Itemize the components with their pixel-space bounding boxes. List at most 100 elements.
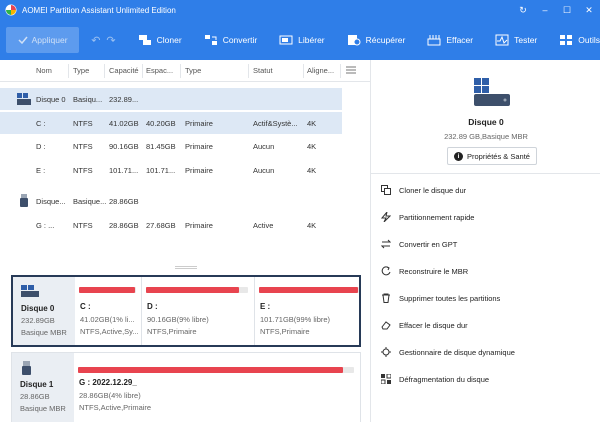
toolbar-recover-label: Récupérer — [365, 35, 406, 45]
row-name: Disque 0 — [36, 95, 66, 104]
row-ptype: Primaire — [185, 142, 213, 151]
partition-name: D : — [147, 302, 158, 311]
row-name: Disque... — [36, 197, 66, 206]
undo-icon[interactable]: ↶ — [91, 34, 100, 47]
eraser-icon — [381, 321, 391, 330]
close-button[interactable]: ✕ — [578, 5, 600, 16]
rebuild-icon — [381, 266, 391, 276]
info-icon: i — [454, 151, 464, 161]
lightning-icon — [381, 212, 391, 222]
toolbar-free[interactable]: Libérer — [279, 34, 325, 46]
disk-large-icon — [474, 78, 510, 106]
disk-name: Disque 1 — [20, 380, 54, 389]
partition-g[interactable]: G : 2022.12.29_ 28.86GB(4% libre) NTFS,A… — [74, 353, 360, 422]
free-icon — [279, 35, 293, 45]
col-ptype[interactable]: Type — [185, 66, 201, 75]
col-name[interactable]: Nom — [36, 66, 52, 75]
usb-drive-icon — [22, 361, 31, 375]
disk-info-panel: Disque 0 232.89GB Basique MBR — [13, 277, 75, 345]
row-capacity: 90.16GB — [109, 142, 139, 151]
row-capacity: 28.86GB — [109, 197, 139, 206]
defrag-icon — [381, 374, 391, 384]
usage-fill — [259, 287, 358, 293]
toolbar-tools[interactable]: Outils — [559, 34, 600, 46]
test-icon — [495, 34, 509, 46]
partition-name: G : 2022.12.29_ — [79, 378, 137, 387]
partition-d[interactable]: D : 90.16GB(9% libre) NTFS,Primaire — [142, 277, 254, 345]
maximize-button[interactable]: ☐ — [556, 5, 578, 16]
diskmap-disk1[interactable]: Disque 1 28.86GB Basique MBR G : 2022.12… — [11, 352, 361, 422]
row-name: E : — [36, 166, 46, 175]
convert-icon — [204, 35, 217, 45]
window-title: AOMEI Partition Assistant Unlimited Edit… — [22, 5, 176, 15]
col-capacity[interactable]: Capacité — [109, 66, 139, 75]
op-delete-all[interactable]: Supprimer toutes les partitions — [381, 293, 500, 303]
apply-label: Appliquer — [31, 35, 68, 45]
op-label: Supprimer toutes les partitions — [399, 293, 501, 303]
op-convert-gpt[interactable]: Convertir en GPT — [381, 239, 457, 249]
toolbar-test[interactable]: Tester — [495, 34, 537, 46]
clone-disk-icon — [381, 185, 391, 195]
apply-button[interactable]: Appliquer — [6, 27, 80, 53]
toolbar-free-label: Libérer — [298, 35, 325, 45]
row-status: Aucun — [253, 166, 275, 175]
row-ptype: Primaire — [185, 119, 213, 128]
wipe-icon — [427, 35, 441, 46]
op-dynamic-disk[interactable]: Gestionnaire de disque dynamique — [381, 347, 515, 357]
col-free[interactable]: Espac... — [146, 66, 173, 75]
toolbar-tools-label: Outils — [578, 35, 600, 45]
table-row-disk1[interactable]: Disque... Basique... 28.86GB — [0, 190, 342, 212]
refresh-icon[interactable]: ↻ — [512, 5, 534, 16]
tools-icon — [560, 35, 573, 45]
toolbar-wipe[interactable]: Effacer — [427, 34, 473, 46]
check-icon — [18, 36, 28, 44]
row-type: NTFS — [73, 119, 93, 128]
row-ptype: Primaire — [185, 166, 213, 175]
minimize-button[interactable]: – — [534, 5, 556, 15]
op-defrag[interactable]: Défragmentation du disque — [381, 374, 489, 384]
op-clone-disk[interactable]: Cloner le disque dur — [381, 185, 466, 195]
partition-c[interactable]: C : 41.02GB(1% li... NTFS,Active,Sy... — [75, 277, 141, 345]
toolbar-clone-label: Cloner — [156, 35, 182, 45]
col-type[interactable]: Type — [73, 66, 89, 75]
table-row-e[interactable]: E : NTFS 101.71... 101.71... Primaire Au… — [0, 159, 342, 181]
op-label: Effacer le disque dur — [399, 320, 468, 330]
disk-size: 232.89GB — [21, 316, 55, 325]
toolbar-clone[interactable]: Cloner — [138, 34, 182, 46]
pane-splitter[interactable] — [175, 266, 197, 269]
op-quick-partition[interactable]: Partitionnement rapide — [381, 212, 474, 222]
partition-size: 28.86GB(4% libre) — [79, 391, 141, 400]
partition-name: E : — [260, 302, 271, 311]
redo-icon[interactable]: ↷ — [106, 34, 115, 47]
table-row-c[interactable]: C : NTFS 41.02GB 40.20GB Primaire Actif&… — [0, 112, 342, 134]
op-wipe-disk[interactable]: Effacer le disque dur — [381, 320, 468, 330]
table-row-disk0[interactable]: Disque 0 Basiqu... 232.89... — [0, 88, 342, 110]
table-row-d[interactable]: D : NTFS 90.16GB 81.45GB Primaire Aucun … — [0, 135, 342, 157]
row-capacity: 28.86GB — [109, 221, 139, 230]
disk-name: Disque 0 — [21, 304, 55, 313]
toolbar-wipe-label: Effacer — [446, 35, 474, 45]
col-align[interactable]: Aligne... — [307, 66, 334, 75]
row-align: 4K — [307, 119, 317, 128]
usage-fill — [146, 287, 239, 293]
partition-size: 41.02GB(1% li... — [80, 315, 135, 324]
toolbar-recover[interactable]: Récupérer — [347, 34, 406, 46]
partition-e[interactable]: E : 101.71GB(99% libre) NTFS,Primaire — [255, 277, 361, 345]
row-status: Aucun — [253, 142, 275, 151]
properties-health-button[interactable]: i Propriétés & Santé — [447, 147, 537, 165]
table-row-g[interactable]: G : ... NTFS 28.86GB 27.68GB Primaire Ac… — [0, 214, 342, 236]
usage-bar — [78, 367, 354, 373]
diskmap-disk0[interactable]: Disque 0 232.89GB Basique MBR C : 41.02G… — [11, 275, 361, 347]
usb-drive-icon — [20, 194, 28, 207]
col-status[interactable]: Statut — [253, 66, 273, 75]
selected-disk-info: 232.89 GB,Basique MBR — [444, 132, 528, 141]
partition-size: 90.16GB(9% libre) — [147, 315, 209, 324]
toolbar-convert-label: Convertir — [222, 35, 258, 45]
row-status: Actif&Systè... — [253, 119, 298, 128]
column-settings-icon[interactable] — [346, 66, 356, 74]
toolbar-convert[interactable]: Convertir — [204, 34, 257, 46]
op-rebuild-mbr[interactable]: Reconstruire le MBR — [381, 266, 468, 276]
trash-icon — [382, 293, 390, 303]
op-label: Partitionnement rapide — [399, 212, 475, 222]
partition-fs: NTFS,Primaire — [260, 327, 310, 336]
